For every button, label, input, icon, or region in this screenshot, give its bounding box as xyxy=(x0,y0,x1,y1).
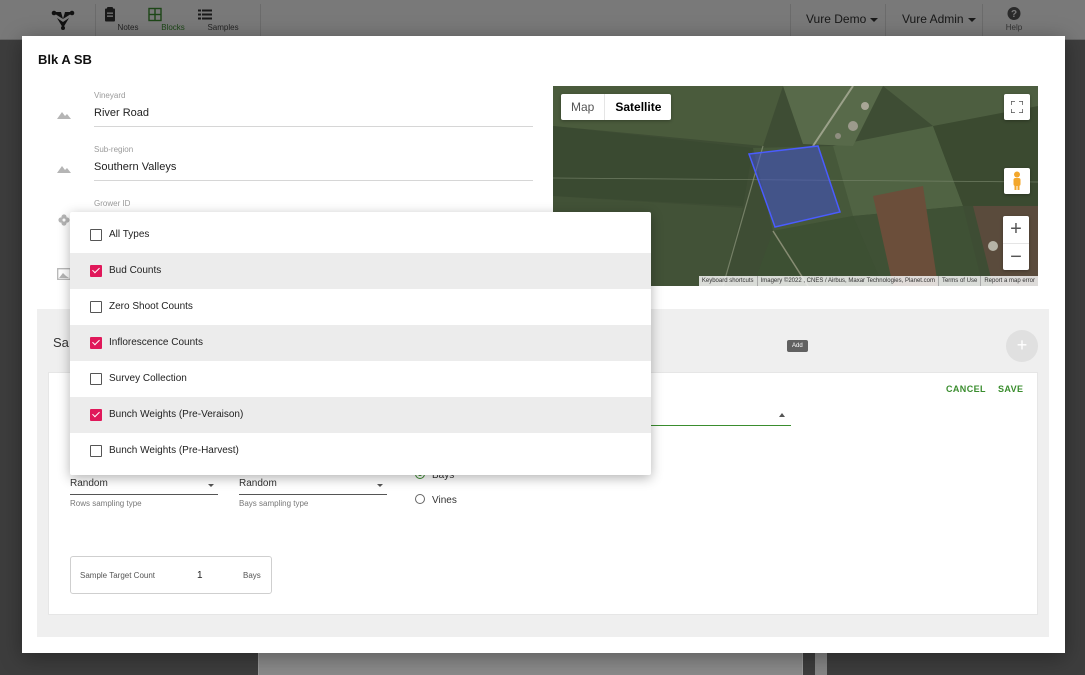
checkbox-unchecked-icon[interactable] xyxy=(90,229,102,241)
sample-target-count-value[interactable]: 1 xyxy=(197,570,203,581)
bays-sampling-value: Random xyxy=(239,478,277,489)
checkbox-checked-icon[interactable] xyxy=(90,265,102,277)
radio-vines-label: Vines xyxy=(432,495,457,506)
keyboard-shortcuts-link[interactable]: Keyboard shortcuts xyxy=(699,276,757,286)
checkbox-unchecked-icon[interactable] xyxy=(90,373,102,385)
map-type-map[interactable]: Map xyxy=(561,94,604,120)
vineyard-field[interactable]: Vineyard River Road xyxy=(94,91,533,127)
checkbox-unchecked-icon[interactable] xyxy=(90,301,102,313)
option-label: Inflorescence Counts xyxy=(109,337,203,348)
vineyard-label: Vineyard xyxy=(94,91,126,100)
zoom-controls: + − xyxy=(1003,216,1029,270)
fullscreen-button[interactable] xyxy=(1004,94,1030,120)
fullscreen-icon xyxy=(1010,100,1024,114)
modal-title: Blk A SB xyxy=(38,52,92,67)
save-button[interactable]: SAVE xyxy=(998,384,1023,394)
option-label: Zero Shoot Counts xyxy=(109,301,193,312)
sample-target-count-label: Sample Target Count xyxy=(80,571,156,580)
map-type-toggle: Map Satellite xyxy=(561,94,672,120)
option-survey-collection[interactable]: Survey Collection xyxy=(70,361,651,397)
map-attribution: Keyboard shortcuts Imagery ©2022 , CNES … xyxy=(698,276,1038,286)
option-bud-counts[interactable]: Bud Counts xyxy=(70,253,651,289)
bays-sampling-helper: Bays sampling type xyxy=(239,499,309,508)
sample-target-count-field[interactable]: Sample Target Count 1 Bays xyxy=(70,556,272,594)
rows-sampling-value: Random xyxy=(70,478,108,489)
option-label: Survey Collection xyxy=(109,373,187,384)
caret-down-icon xyxy=(377,484,383,487)
map-type-satellite[interactable]: Satellite xyxy=(604,94,671,120)
background-panel xyxy=(815,653,827,675)
option-bunch-weights-pre-veraison[interactable]: Bunch Weights (Pre-Veraison) xyxy=(70,397,651,433)
sub-region-value: Southern Valleys xyxy=(94,161,177,173)
option-label: Bud Counts xyxy=(109,265,162,276)
sub-region-field[interactable]: Sub-region Southern Valleys xyxy=(94,145,533,181)
caret-up-icon[interactable] xyxy=(779,413,785,417)
caret-down-icon xyxy=(208,484,214,487)
imagery-credit: Imagery ©2022 , CNES / Airbus, Maxar Tec… xyxy=(756,276,938,286)
terms-of-use-link[interactable]: Terms of Use xyxy=(937,276,980,286)
cancel-button[interactable]: CANCEL xyxy=(946,384,986,394)
sample-types-dropdown: All Types Bud Counts Zero Shoot Counts I… xyxy=(70,212,651,475)
sample-types-select-underline[interactable] xyxy=(639,425,791,426)
option-zero-shoot-counts[interactable]: Zero Shoot Counts xyxy=(70,289,651,325)
background-panel xyxy=(258,653,803,675)
flower-icon xyxy=(58,214,70,226)
checkbox-checked-icon[interactable] xyxy=(90,337,102,349)
add-sampling-button[interactable]: + xyxy=(1006,330,1038,362)
sampling-section-title: Sa xyxy=(53,335,69,350)
option-label: Bunch Weights (Pre-Veraison) xyxy=(109,409,244,420)
grower-id-label: Grower ID xyxy=(94,199,131,208)
image-icon xyxy=(57,268,71,280)
sample-target-count-unit: Bays xyxy=(243,571,261,580)
option-label: Bunch Weights (Pre-Harvest) xyxy=(109,445,239,456)
rows-sampling-select[interactable]: Random xyxy=(70,477,218,495)
sub-region-label: Sub-region xyxy=(94,145,134,154)
option-all-types[interactable]: All Types xyxy=(70,217,651,253)
pegman-icon xyxy=(1013,171,1021,190)
vineyard-value: River Road xyxy=(94,107,150,119)
option-label: All Types xyxy=(109,229,150,240)
report-map-error-link[interactable]: Report a map error xyxy=(980,276,1038,286)
zoom-out-button[interactable]: − xyxy=(1003,243,1029,270)
option-inflorescence-counts[interactable]: Inflorescence Counts xyxy=(70,325,651,361)
terrain-icon xyxy=(57,166,71,173)
bays-sampling-select[interactable]: Random xyxy=(239,477,387,495)
radio-vines[interactable]: Vines xyxy=(415,494,457,506)
add-tooltip: Add xyxy=(787,340,808,352)
option-bunch-weights-pre-harvest[interactable]: Bunch Weights (Pre-Harvest) xyxy=(70,433,651,469)
zoom-in-button[interactable]: + xyxy=(1003,216,1029,243)
terrain-icon xyxy=(57,112,71,119)
checkbox-checked-icon[interactable] xyxy=(90,409,102,421)
checkbox-unchecked-icon[interactable] xyxy=(90,445,102,457)
street-view-pegman[interactable] xyxy=(1004,168,1030,194)
rows-sampling-helper: Rows sampling type xyxy=(70,499,142,508)
radio-unselected-icon xyxy=(415,494,425,505)
